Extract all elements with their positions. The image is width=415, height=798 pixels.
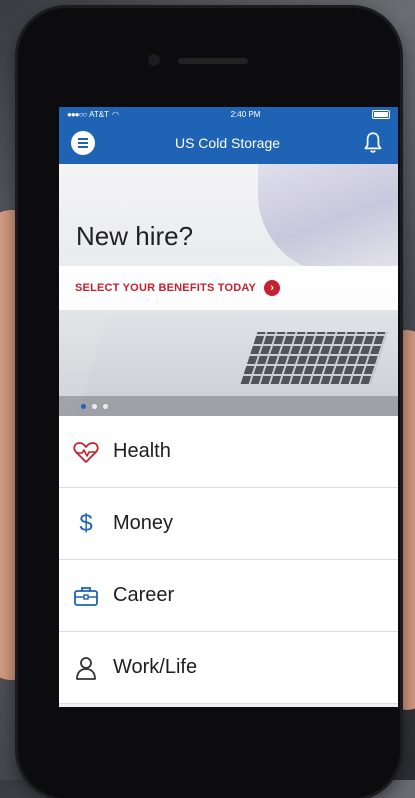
keyboard-image bbox=[240, 332, 388, 384]
phone-top-bezel bbox=[18, 8, 400, 98]
bell-icon[interactable] bbox=[360, 130, 386, 156]
hero-cta-band[interactable]: SELECT YOUR BENEFITS TODAY › bbox=[59, 266, 398, 310]
menu-item-career[interactable]: Career bbox=[59, 560, 398, 632]
wifi-icon: ◠ bbox=[112, 109, 120, 119]
battery-icon bbox=[372, 109, 390, 119]
carousel-dot[interactable] bbox=[103, 403, 108, 409]
category-list: Health $ Money Career Work/Life bbox=[59, 416, 398, 704]
signal-icon: ●●●○○ bbox=[67, 109, 87, 119]
dollar-icon: $ bbox=[79, 509, 93, 537]
briefcase-icon bbox=[73, 583, 99, 609]
menu-item-money[interactable]: $ Money bbox=[59, 488, 398, 560]
menu-icon[interactable] bbox=[71, 130, 95, 155]
phone-device: ●●●○○ AT&T ◠ 2:40 PM US Cold Storage New… bbox=[18, 8, 400, 798]
phone-bottom-bezel bbox=[18, 708, 400, 798]
carousel-dot[interactable] bbox=[81, 403, 86, 409]
app-title: US Cold Storage bbox=[174, 134, 281, 151]
select-benefits-link[interactable]: SELECT YOUR BENEFITS TODAY bbox=[75, 282, 256, 294]
menu-item-label: Money bbox=[113, 512, 174, 534]
status-bar: ●●●○○ AT&T ◠ 2:40 PM bbox=[59, 107, 398, 121]
menu-item-label: Health bbox=[113, 440, 171, 462]
front-camera bbox=[148, 54, 160, 66]
app-header: US Cold Storage bbox=[59, 121, 398, 164]
carousel-dot[interactable] bbox=[92, 403, 97, 409]
earpiece-speaker bbox=[178, 58, 248, 64]
menu-item-label: Career bbox=[113, 584, 175, 606]
hero-title: New hire? bbox=[76, 221, 194, 251]
hero-banner[interactable]: New hire? SELECT YOUR BENEFITS TODAY › bbox=[59, 164, 398, 416]
person-icon bbox=[73, 655, 99, 681]
heart-pulse-icon bbox=[73, 439, 99, 465]
menu-item-work-life[interactable]: Work/Life bbox=[59, 632, 398, 704]
status-time: 2:40 PM bbox=[230, 109, 261, 119]
menu-item-health[interactable]: Health bbox=[59, 416, 398, 488]
carrier-name: AT&T bbox=[89, 109, 110, 119]
hero-background bbox=[258, 164, 398, 274]
carousel-indicator bbox=[59, 396, 398, 416]
menu-item-label: Work/Life bbox=[113, 656, 198, 678]
phone-screen: ●●●○○ AT&T ◠ 2:40 PM US Cold Storage New… bbox=[59, 107, 398, 707]
chevron-right-icon[interactable]: › bbox=[264, 280, 281, 296]
